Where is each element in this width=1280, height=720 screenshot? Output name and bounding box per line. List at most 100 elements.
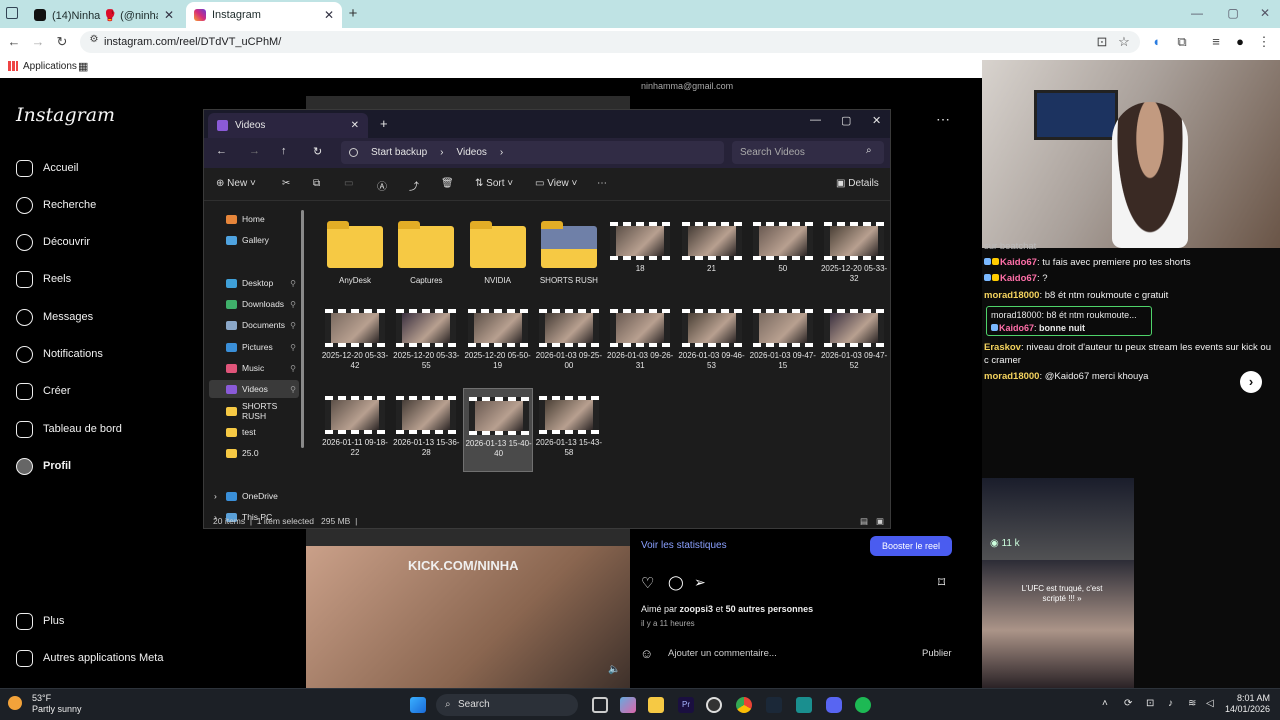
widgets-icon[interactable] xyxy=(620,697,636,713)
tab-list-icon[interactable] xyxy=(6,7,18,19)
emoji-icon[interactable]: ☺ xyxy=(640,646,653,661)
file-explorer-icon[interactable] xyxy=(648,697,664,713)
share-icon[interactable]: ➢ xyxy=(694,574,706,591)
video-file-item[interactable]: 2025-12-20 05-50-19 xyxy=(463,301,533,385)
view-button[interactable]: ▭ View ˅ xyxy=(535,178,577,189)
sync-icon[interactable]: ⟳ xyxy=(1124,698,1132,709)
nav-search[interactable]: Recherche xyxy=(16,195,96,215)
nav-dashboard[interactable]: Tableau de bord xyxy=(16,419,122,439)
chevron-up-icon[interactable]: ˄ xyxy=(1102,698,1108,709)
taskbar-search[interactable]: Search xyxy=(436,694,578,716)
details-button[interactable]: ▣ Details xyxy=(836,178,879,189)
boost-reel-button[interactable]: Booster le reel xyxy=(870,536,952,556)
sidebar-item[interactable]: › OneDrive xyxy=(209,487,299,505)
close-icon[interactable]: ✕ xyxy=(324,8,334,22)
chrome-icon[interactable] xyxy=(736,697,752,713)
liked-others[interactable]: 50 autres personnes xyxy=(726,604,814,614)
paste-icon[interactable]: ▭ xyxy=(344,178,353,189)
reel-video[interactable]: KICK.COM/NINHA 🔈 xyxy=(306,546,630,690)
volume-icon[interactable]: ◁ xyxy=(1206,698,1214,709)
folder-item[interactable]: AnyDesk xyxy=(320,214,390,298)
new-button[interactable]: ⊕ New ˅ xyxy=(216,178,256,189)
forward-icon[interactable]: → xyxy=(249,145,260,157)
wifi-icon[interactable]: ≋ xyxy=(1188,698,1196,709)
explorer-search-input[interactable]: Search Videos xyxy=(732,141,884,164)
obs-icon[interactable] xyxy=(706,697,722,713)
new-tab-button[interactable]: + xyxy=(380,116,388,131)
more-options-icon[interactable]: ⋯ xyxy=(597,178,607,189)
refresh-icon[interactable]: ↻ xyxy=(313,145,322,158)
up-icon[interactable]: ↑ xyxy=(281,145,287,157)
video-file-item[interactable]: 21 xyxy=(677,214,747,298)
star-icon[interactable]: ☆ xyxy=(1116,34,1132,50)
video-file-item[interactable]: 2026-01-13 15-43-58 xyxy=(534,388,604,472)
folder-item[interactable]: Captures xyxy=(391,214,461,298)
profile-avatar[interactable]: ● xyxy=(1232,34,1248,49)
close-window-icon[interactable]: ✕ xyxy=(1250,6,1280,20)
sidebar-item[interactable]: Music ⚲ xyxy=(209,359,299,377)
rename-icon[interactable]: Ⓐ xyxy=(377,178,387,193)
breadcrumb-videos[interactable]: Videos xyxy=(457,147,487,158)
video-file-item[interactable]: 50 xyxy=(748,214,818,298)
nav-notifications[interactable]: Notifications xyxy=(16,344,103,364)
sidebar-item[interactable]: Documents ⚲ xyxy=(209,316,299,334)
video-file-item[interactable]: 2025-12-20 05-33-42 xyxy=(320,301,390,385)
like-icon[interactable]: ♡ xyxy=(641,574,654,592)
bookmark-applications[interactable]: Applications xyxy=(23,61,77,72)
sidebar-item[interactable]: Gallery xyxy=(209,231,299,249)
discord-icon[interactable] xyxy=(826,697,842,713)
browser-tab-instagram[interactable]: Instagram ✕ xyxy=(186,2,342,28)
folder-item[interactable]: SHORTS RUSH xyxy=(534,214,604,298)
premiere-pro-icon[interactable]: Pr xyxy=(678,697,694,713)
start-icon[interactable] xyxy=(410,697,426,713)
comment-input[interactable]: Ajouter un commentaire... xyxy=(668,648,777,659)
new-tab-button[interactable]: + xyxy=(344,5,362,23)
app-icon[interactable] xyxy=(796,697,812,713)
share-icon[interactable]: ⤴ xyxy=(409,178,419,193)
minimize-icon[interactable]: — xyxy=(810,114,821,126)
nav-home[interactable]: Accueil xyxy=(16,158,78,178)
reload-icon[interactable]: ↻ xyxy=(54,34,70,50)
nav-explore[interactable]: Découvrir xyxy=(16,232,90,252)
tab-groups-icon[interactable]: ▦ xyxy=(78,60,88,73)
sort-button[interactable]: ⇅ Sort ˅ xyxy=(475,178,513,189)
minimize-icon[interactable]: — xyxy=(1182,6,1212,20)
instagram-logo[interactable]: Instagram xyxy=(16,104,115,126)
nav-meta-apps[interactable]: Autres applications Meta xyxy=(16,648,163,668)
puzzle-icon[interactable]: ⧉ xyxy=(1174,34,1190,50)
crop-icon[interactable]: ⊡ xyxy=(1146,698,1154,709)
video-file-item[interactable]: 2026-01-03 09-46-53 xyxy=(677,301,747,385)
extension-icon[interactable]: ◖ xyxy=(1148,34,1164,49)
details-view-icon[interactable]: ▤ xyxy=(860,513,868,529)
save-icon[interactable]: ⌑ xyxy=(938,574,945,591)
explorer-tab[interactable]: Videos ✕ xyxy=(208,113,368,138)
video-file-item[interactable]: 2025-12-20 05-33-32 xyxy=(819,214,889,298)
nav-create[interactable]: Créer xyxy=(16,381,71,401)
tiles-view-icon[interactable]: ▣ xyxy=(876,513,884,529)
close-icon[interactable]: ✕ xyxy=(164,8,174,22)
video-file-item[interactable]: 2026-01-03 09-25-00 xyxy=(534,301,604,385)
video-file-item[interactable]: 2026-01-11 09-18-22 xyxy=(320,388,390,472)
steam-icon[interactable] xyxy=(766,697,782,713)
maximize-icon[interactable]: ▢ xyxy=(1218,6,1248,20)
folder-item[interactable]: NVIDIA xyxy=(463,214,533,298)
close-icon[interactable]: ✕ xyxy=(351,120,359,131)
nav-reels[interactable]: Reels xyxy=(16,269,71,289)
more-options-icon[interactable]: ⋯ xyxy=(936,111,950,128)
next-reel-button[interactable]: › xyxy=(1240,371,1262,393)
publish-button[interactable]: Publier xyxy=(922,648,952,659)
sidebar-item[interactable]: SHORTS RUSH xyxy=(209,401,299,421)
back-icon[interactable]: ← xyxy=(216,145,227,157)
reading-list-icon[interactable]: ≡ xyxy=(1208,34,1224,49)
sidebar-item[interactable]: test xyxy=(209,423,299,441)
video-file-item[interactable]: 2026-01-13 15-40-40 xyxy=(462,388,533,472)
task-view-icon[interactable] xyxy=(592,697,608,713)
nav-more[interactable]: Plus xyxy=(16,611,64,631)
sidebar-scrollbar[interactable] xyxy=(301,210,304,448)
spotify-icon[interactable] xyxy=(855,697,871,713)
site-info-icon[interactable]: ⚙ xyxy=(86,34,102,45)
comment-icon[interactable]: ◯ xyxy=(668,574,684,591)
sidebar-item[interactable]: Desktop ⚲ xyxy=(209,274,299,292)
taskbar-clock[interactable]: 8:01 AM 14/01/2026 xyxy=(1222,693,1270,715)
url-input[interactable]: instagram.com/reel/DTdVT_uCPhM/ xyxy=(80,31,1140,53)
